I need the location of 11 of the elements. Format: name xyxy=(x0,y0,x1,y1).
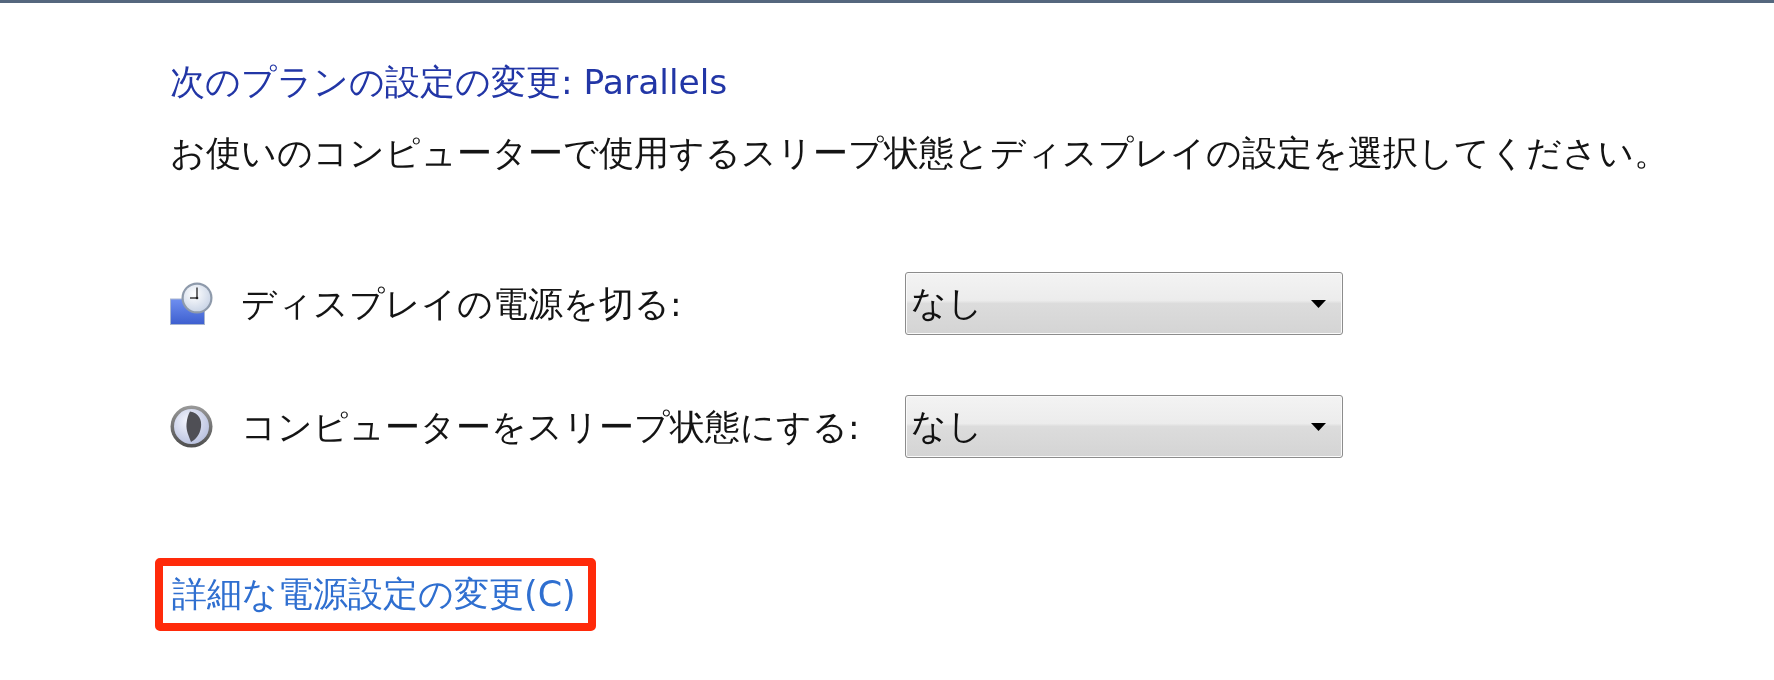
setting-label: ディスプレイの電源を切る: xyxy=(241,283,683,324)
dropdown[interactable]: なし xyxy=(905,272,1343,335)
description-text: お使いのコンピューターで使用するスリープ状態とディスプレイの設定を選択してください。 xyxy=(170,133,1670,173)
caret-icon xyxy=(1311,299,1326,308)
setting-label: コンピューターをスリープ状態にする: xyxy=(241,406,861,447)
page-heading: 次のプランの設定の変更: Parallels xyxy=(170,62,729,102)
caret-icon xyxy=(1311,422,1326,431)
dropdown[interactable]: なし xyxy=(905,395,1343,458)
moon-icon xyxy=(170,405,213,448)
advanced-settings-link[interactable]: 詳細な電源設定の変更(C) xyxy=(172,574,576,615)
clock-monitor-icon xyxy=(170,282,213,325)
